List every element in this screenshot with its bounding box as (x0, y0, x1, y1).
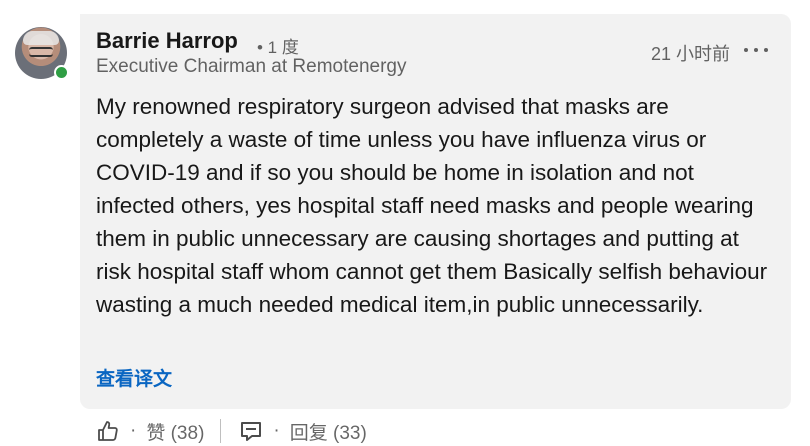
reply-separator: · (273, 420, 280, 441)
like-count-label: 赞 (38) (146, 422, 205, 444)
comment-icon (239, 419, 263, 443)
like-button[interactable]: · 赞 (38) (96, 418, 204, 445)
comment-text: My renowned respiratory surgeon advised … (96, 94, 768, 317)
online-status-indicator (54, 65, 69, 80)
ellipsis-horizontal-icon[interactable] (744, 38, 768, 62)
see-translation-link[interactable]: 查看译文 (96, 364, 172, 391)
author-headline: Executive Chairman at Remotenergy (96, 56, 407, 77)
actions-divider (220, 419, 222, 443)
reply-count-label: 回复 (33) (289, 422, 367, 444)
avatar-glasses (29, 47, 53, 57)
like-separator: · (130, 420, 137, 441)
avatar-hair (23, 31, 59, 45)
connection-degree: • 1 度 (257, 38, 299, 57)
reply-button[interactable]: · 回复 (33) (239, 418, 367, 445)
thumbs-up-icon (96, 419, 120, 443)
author-name[interactable]: Barrie Harrop (96, 28, 238, 54)
comment-actions-bar: · 赞 (38) · 回复 (33) (96, 416, 367, 446)
comment-timestamp: 21 小时前 (651, 44, 731, 64)
